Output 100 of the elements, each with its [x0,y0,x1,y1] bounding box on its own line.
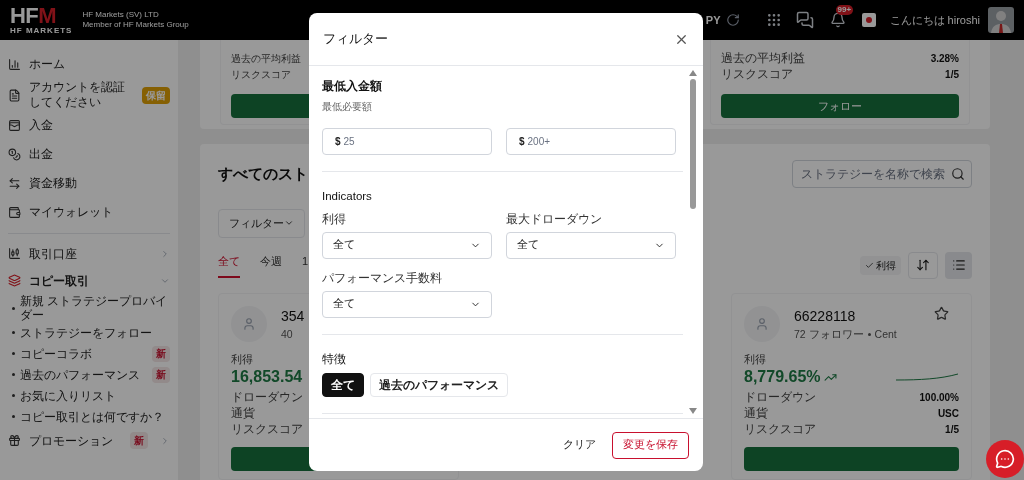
stat-label: 通貨 [744,405,768,422]
currency-prefix: $ [335,135,341,150]
submenu-item[interactable]: 過去のパフォーマンス [20,367,147,382]
period-tab[interactable]: 1 [302,252,309,278]
list-icon [951,258,966,273]
amount-input[interactable]: 200+ [527,134,663,150]
scroll-up-icon[interactable] [689,70,697,76]
stat-label: 過去の平均利益 [231,51,301,66]
stat-value: 100.00% [919,390,959,405]
wallet-icon [8,206,21,219]
star-icon[interactable] [934,305,949,321]
stat-label: ドローダウン [231,389,303,406]
save-button[interactable]: 変更を保存 [612,431,689,459]
stat-label: 通貨 [231,405,255,422]
chat-icon [995,449,1015,469]
select-field[interactable]: 全て [322,290,492,318]
sidebar-item[interactable]: 出金 [8,140,170,169]
profit-value: 16,853.54 [231,367,303,387]
sidebar-item[interactable]: 取引口座 [8,240,170,267]
amount-field[interactable]: $ 25 [322,128,492,156]
search-input[interactable]: ストラテジーを名称で検索 [801,164,949,183]
submenu-item[interactable]: コピーコラボ [20,346,147,361]
sidebar-item[interactable]: コピー取引 [8,267,170,294]
clear-button[interactable]: クリア [563,437,596,453]
period-tab[interactable]: 今週 [260,252,282,278]
amount-input[interactable]: 25 [343,134,479,150]
bullet-icon [12,373,15,376]
avatar-icon [231,305,267,342]
company-text: Member of HF Markets Group [82,20,189,30]
search-icon[interactable] [951,166,965,181]
scroll-down-icon[interactable] [689,408,697,414]
candlestick-icon [8,247,21,260]
select-field[interactable]: 全て [506,231,676,259]
list-view-button[interactable] [945,251,972,279]
submenu-item[interactable]: コピー取引とは何ですか？ [20,409,170,424]
section-title: Indicators [322,189,373,205]
sidebar-item[interactable]: 入金 [8,111,170,140]
status-badge: 保留 [142,86,170,104]
submenu-item[interactable]: お気に入りリスト [20,388,170,403]
stat-label: リスクスコア [231,421,303,438]
profit-label: 利得 [231,351,253,367]
stat-value: 1/5 [945,422,959,437]
greeting-text: こんにちは hiroshi [889,12,980,28]
flag-icon[interactable] [861,13,876,27]
check-icon [865,260,874,270]
feature-chip[interactable]: 全て [322,372,364,397]
sidebar-item[interactable]: 資金移動 [8,169,170,198]
sidebar-item[interactable]: プロモーション 新 [8,427,170,454]
sort-chip[interactable]: 利得 [860,255,901,275]
stat-label: 過去の平均利益 [721,50,805,67]
stat-label: リスクスコア [231,67,291,82]
stat-value: 1/5 [945,67,959,82]
currency-prefix: $ [519,135,525,150]
bullet-icon [12,415,15,418]
section-subtitle: 最低必要額 [322,100,373,115]
company-text: HF Markets (SV) LTD [82,10,160,20]
sidebar-item[interactable]: マイウォレット [8,198,170,227]
section-title: すべてのスト [218,163,308,184]
brand-logo[interactable]: HFM HF MARKETS [10,5,73,35]
feature-chip[interactable]: 過去のパフォーマンス [370,372,508,397]
grid-icon[interactable] [765,12,782,28]
submenu-item[interactable]: ストラテジーをフォロー [20,325,170,340]
select-field[interactable]: 全て [322,231,492,259]
period-tab[interactable]: 全て [218,252,240,278]
strategy-name: 354 [281,306,306,326]
sidebar-item[interactable]: アカウントを認証してください 保留 [8,79,170,111]
chat-icon[interactable] [795,11,814,29]
chart-icon [8,58,21,71]
filter-dropdown[interactable]: フィルター [218,208,305,238]
status-badge: 新 [152,345,170,362]
follow-button[interactable]: フォロー [721,94,959,118]
sparkline [895,372,959,382]
account-type: Cent [874,326,897,342]
stat-label: リスクスコア [744,421,816,438]
strategy-name: 66228118 [794,306,857,326]
status-badge: 新 [152,366,170,383]
search-field[interactable]: ストラテジーを名称で検索 [792,159,972,188]
followers-text: 72 フォロワー [794,326,864,342]
bell-icon[interactable] [829,12,846,28]
submenu-item[interactable]: 新規 ストラテジープロバイダー [20,294,170,322]
section-title: 最低入金額 [322,79,383,94]
field-label: パフォーマンス手数料 [322,269,442,287]
bullet-icon [12,306,15,310]
followers-text: 40 [281,326,293,342]
sort-button[interactable] [908,251,938,279]
document-icon [8,88,21,102]
field-label: 利得 [322,210,346,228]
bullet-icon [12,331,15,334]
stat-value: 3.28% [930,51,959,66]
sidebar-item[interactable]: ホーム [8,50,170,79]
coins-icon [8,148,21,161]
profit-label: 利得 [744,351,766,367]
stat-label: ドローダウン [744,389,816,406]
section-title: 特徴 [322,351,347,367]
bullet-icon [12,352,15,355]
stat-label: リスクスコア [721,66,793,83]
sort-icon [916,258,930,273]
refresh-icon[interactable] [725,13,740,27]
avatar-icon[interactable] [988,7,1014,33]
amount-field[interactable]: $ 200+ [506,128,676,156]
